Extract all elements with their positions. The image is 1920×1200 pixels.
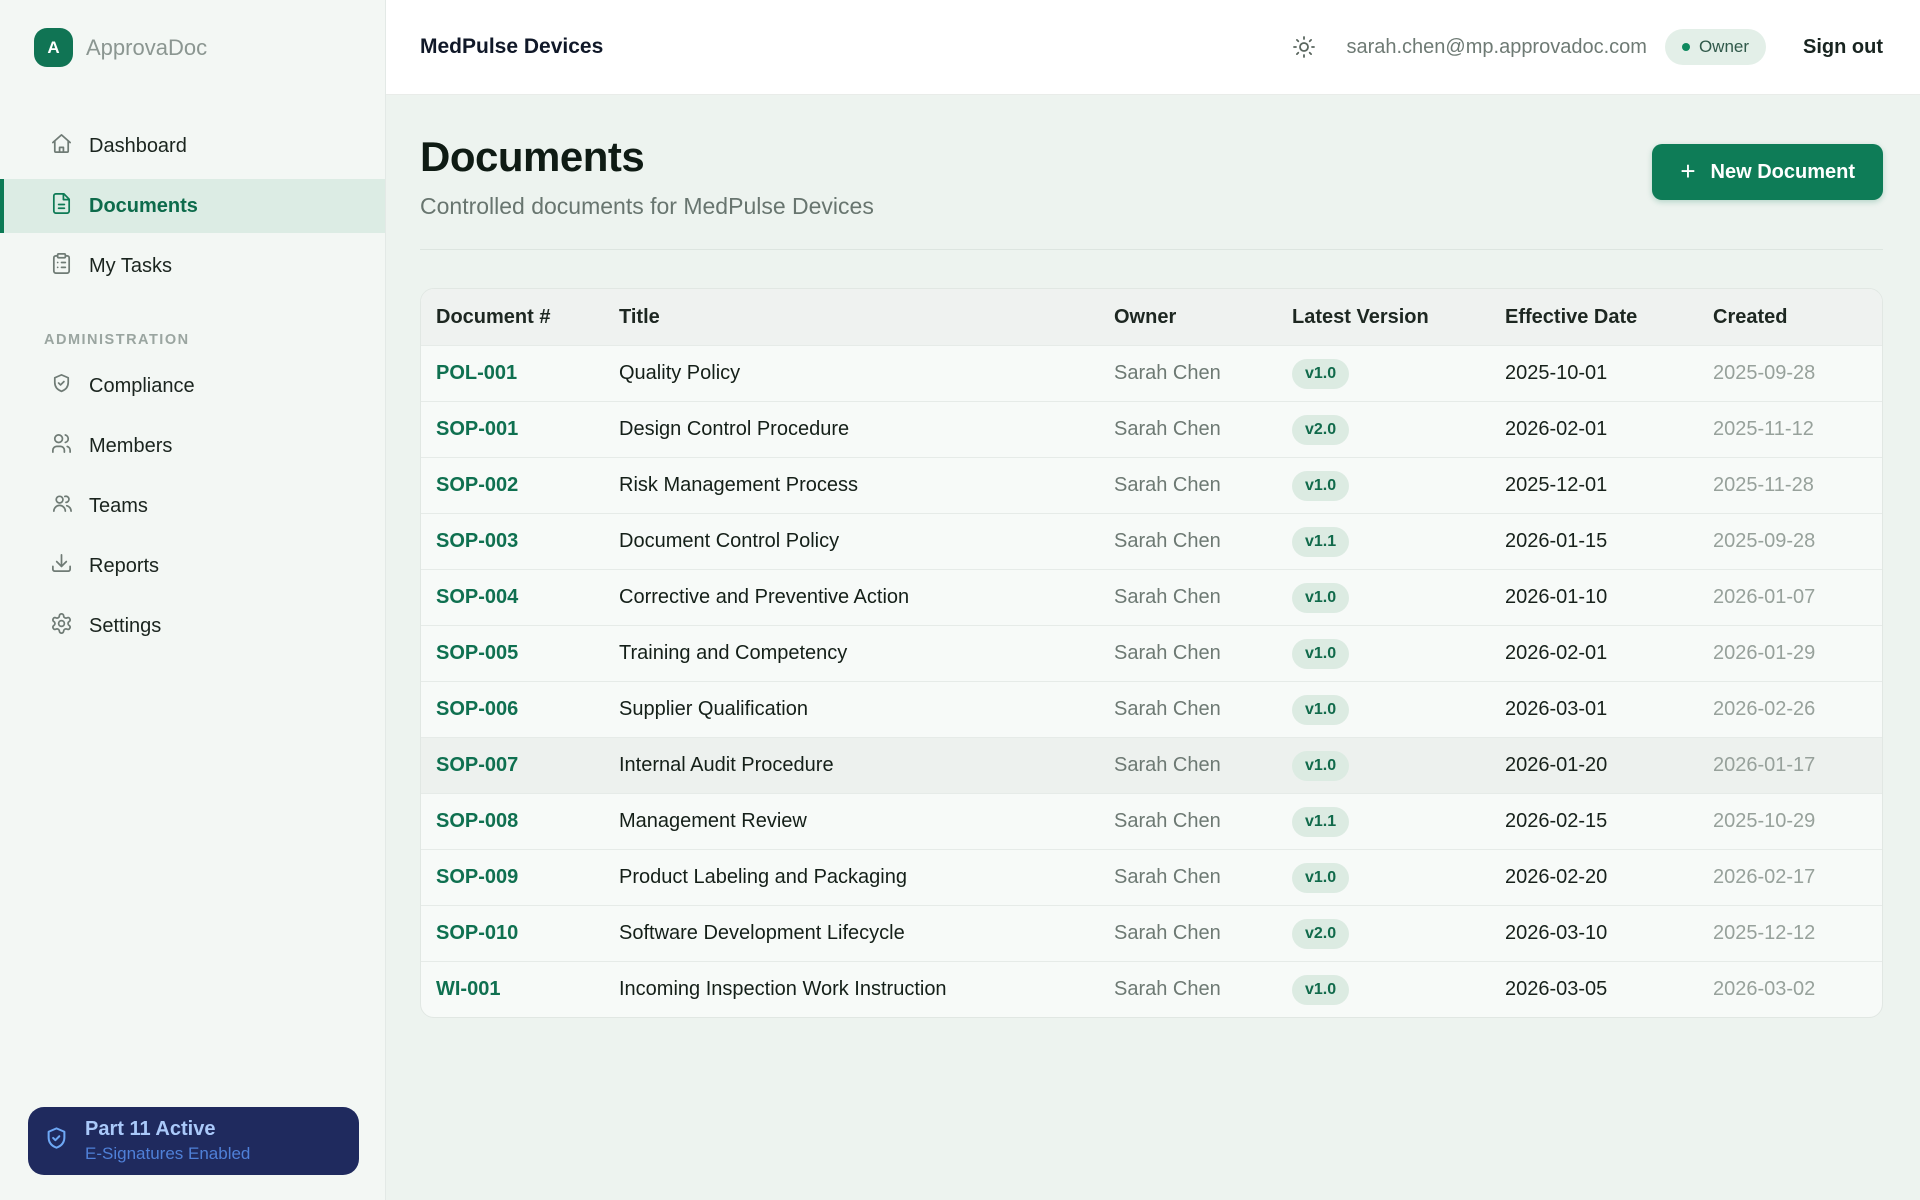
table-row[interactable]: SOP-008 Management Review Sarah Chen v1.… <box>421 793 1882 849</box>
column-header-version: Latest Version <box>1277 289 1490 345</box>
table-row[interactable]: SOP-010 Software Development Lifecycle S… <box>421 905 1882 961</box>
version-badge: v1.0 <box>1292 695 1349 725</box>
version-badge: v2.0 <box>1292 415 1349 445</box>
documents-table: Document # Title Owner Latest Version Ef… <box>420 288 1883 1018</box>
sidebar-admin-nav: Compliance Members Teams Reports Setting… <box>0 359 385 653</box>
documents-page: Documents Controlled documents for MedPu… <box>386 95 1920 1200</box>
page-subtitle: Controlled documents for MedPulse Device… <box>420 193 874 220</box>
new-document-button[interactable]: + New Document <box>1652 144 1883 200</box>
sidebar-item-my-tasks[interactable]: My Tasks <box>0 239 385 293</box>
home-icon <box>50 132 73 161</box>
sidebar: A ApprovaDoc Dashboard Documents My Task… <box>0 0 386 1200</box>
part11-compliance-badge: Part 11 Active E-Signatures Enabled <box>28 1107 359 1175</box>
version-badge: v1.0 <box>1292 471 1349 501</box>
sidebar-nav: Dashboard Documents My Tasks <box>0 119 385 293</box>
document-link[interactable]: SOP-007 <box>436 754 518 776</box>
role-badge-label: Owner <box>1699 37 1749 57</box>
workspace-name: MedPulse Devices <box>420 35 603 59</box>
teams-icon <box>50 492 73 521</box>
document-link[interactable]: WI-001 <box>436 978 500 1000</box>
brand: A ApprovaDoc <box>0 0 385 67</box>
gear-icon <box>50 612 73 641</box>
table-row[interactable]: WI-001 Incoming Inspection Work Instruct… <box>421 961 1882 1017</box>
sidebar-item-label: Members <box>89 435 172 458</box>
members-icon <box>50 432 73 461</box>
page-title: Documents <box>420 133 874 181</box>
document-link[interactable]: SOP-003 <box>436 530 518 552</box>
column-header-effective-date: Effective Date <box>1490 289 1698 345</box>
sidebar-section-administration: ADMINISTRATION <box>44 332 385 348</box>
version-badge: v1.1 <box>1292 807 1349 837</box>
sidebar-item-label: Teams <box>89 495 148 518</box>
column-header-doc-number: Document # <box>421 289 604 345</box>
sidebar-item-label: Compliance <box>89 375 195 398</box>
table-header-row: Document # Title Owner Latest Version Ef… <box>421 289 1882 345</box>
user-email: sarah.chen@mp.approvadoc.com <box>1346 36 1646 59</box>
document-link[interactable]: SOP-009 <box>436 866 518 888</box>
sidebar-item-label: Dashboard <box>89 135 187 158</box>
document-link[interactable]: SOP-010 <box>436 922 518 944</box>
table-row[interactable]: SOP-007 Internal Audit Procedure Sarah C… <box>421 737 1882 793</box>
table-row[interactable]: SOP-005 Training and Competency Sarah Ch… <box>421 625 1882 681</box>
document-icon <box>50 192 73 221</box>
table-row[interactable]: POL-001 Quality Policy Sarah Chen v1.0 2… <box>421 345 1882 401</box>
sidebar-item-label: Documents <box>89 195 198 218</box>
document-link[interactable]: SOP-004 <box>436 586 518 608</box>
document-link[interactable]: SOP-002 <box>436 474 518 496</box>
version-badge: v1.0 <box>1292 863 1349 893</box>
table-row[interactable]: SOP-001 Design Control Procedure Sarah C… <box>421 401 1882 457</box>
brand-logo: A <box>34 28 73 67</box>
version-badge: v1.0 <box>1292 751 1349 781</box>
document-link[interactable]: SOP-006 <box>436 698 518 720</box>
header-divider <box>420 249 1883 250</box>
document-link[interactable]: SOP-005 <box>436 642 518 664</box>
sidebar-item-label: My Tasks <box>89 255 172 278</box>
version-badge: v1.0 <box>1292 583 1349 613</box>
sidebar-item-teams[interactable]: Teams <box>0 479 385 533</box>
sign-out-button[interactable]: Sign out <box>1803 36 1883 59</box>
sidebar-item-reports[interactable]: Reports <box>0 539 385 593</box>
sidebar-item-settings[interactable]: Settings <box>0 599 385 653</box>
version-badge: v1.1 <box>1292 527 1349 557</box>
column-header-owner: Owner <box>1099 289 1277 345</box>
plus-icon: + <box>1680 158 1695 184</box>
part11-badge-subtitle: E-Signatures Enabled <box>85 1144 250 1164</box>
sidebar-item-dashboard[interactable]: Dashboard <box>0 119 385 173</box>
shield-check-icon <box>50 372 73 401</box>
table-row[interactable]: SOP-004 Corrective and Preventive Action… <box>421 569 1882 625</box>
version-badge: v2.0 <box>1292 919 1349 949</box>
sidebar-item-label: Reports <box>89 555 159 578</box>
table-row[interactable]: SOP-003 Document Control Policy Sarah Ch… <box>421 513 1882 569</box>
table-row[interactable]: SOP-009 Product Labeling and Packaging S… <box>421 849 1882 905</box>
version-badge: v1.0 <box>1292 359 1349 389</box>
sidebar-item-members[interactable]: Members <box>0 419 385 473</box>
download-icon <box>50 552 73 581</box>
sidebar-item-compliance[interactable]: Compliance <box>0 359 385 413</box>
table-row[interactable]: SOP-006 Supplier Qualification Sarah Che… <box>421 681 1882 737</box>
document-link[interactable]: POL-001 <box>436 362 517 384</box>
role-badge: Owner <box>1665 29 1766 65</box>
column-header-created: Created <box>1698 289 1882 345</box>
brand-name: ApprovaDoc <box>86 35 207 61</box>
version-badge: v1.0 <box>1292 639 1349 669</box>
role-status-dot <box>1682 43 1690 51</box>
table-row[interactable]: SOP-002 Risk Management Process Sarah Ch… <box>421 457 1882 513</box>
sidebar-item-documents[interactable]: Documents <box>0 179 385 233</box>
version-badge: v1.0 <box>1292 975 1349 1005</box>
shield-check-icon <box>43 1125 70 1157</box>
topbar: MedPulse Devices sarah.chen@mp.approvado… <box>386 0 1920 95</box>
clipboard-icon <box>50 252 73 281</box>
document-link[interactable]: SOP-008 <box>436 810 518 832</box>
column-header-title: Title <box>604 289 1099 345</box>
document-link[interactable]: SOP-001 <box>436 418 518 440</box>
sun-icon[interactable] <box>1292 35 1316 59</box>
part11-badge-title: Part 11 Active <box>85 1118 250 1141</box>
sidebar-item-label: Settings <box>89 615 161 638</box>
